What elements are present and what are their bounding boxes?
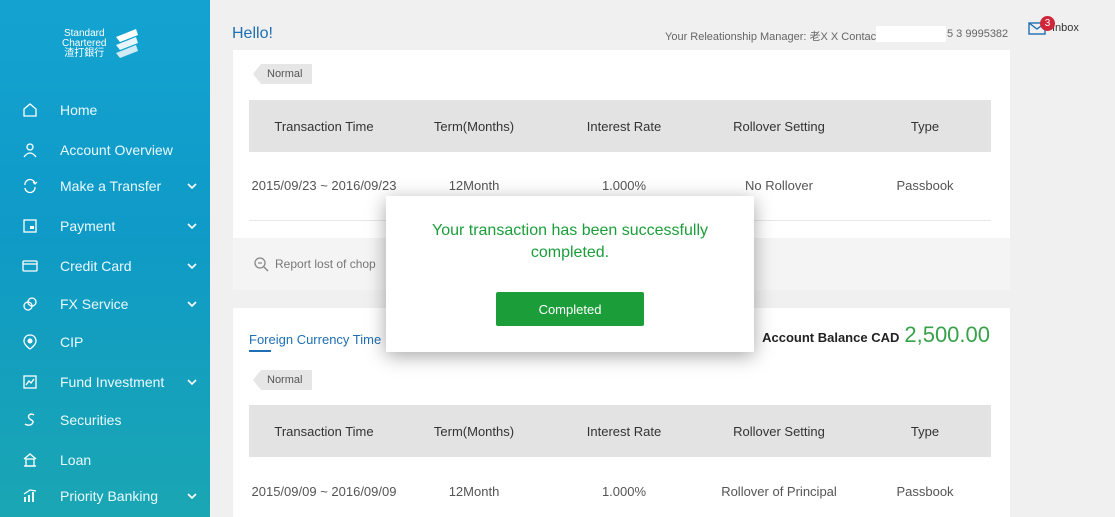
fund-icon bbox=[20, 372, 40, 392]
logo-line-3: 渣打銀行 bbox=[64, 48, 105, 59]
column-header: Interest Rate bbox=[586, 118, 662, 134]
user-icon bbox=[20, 140, 40, 160]
column-header: Transaction Time bbox=[274, 118, 374, 134]
sidebar-item-priority-banking[interactable]: Priority Banking bbox=[0, 476, 210, 516]
sidebar: Standard Chartered 渣打銀行 Home Account Ove… bbox=[0, 0, 210, 517]
chevron-down-icon[interactable] bbox=[186, 490, 198, 502]
sidebar-item-label: Priority Banking bbox=[60, 488, 159, 504]
inbox-count-badge: 3 bbox=[1040, 16, 1055, 31]
balance-label: Account Balance CAD bbox=[762, 330, 900, 345]
balance-value: 2,500.00 bbox=[904, 322, 990, 347]
account-balance: Account Balance CAD 2,500.00 bbox=[762, 322, 990, 348]
transfer-icon bbox=[20, 176, 40, 196]
chevron-down-icon[interactable] bbox=[186, 220, 198, 232]
priority-banking-icon bbox=[20, 486, 40, 506]
logo-text: Standard Chartered 渣打銀行 bbox=[62, 29, 106, 59]
redacted-phone bbox=[876, 26, 946, 42]
table-header: Transaction Time Term(Months) Interest R… bbox=[249, 100, 991, 152]
sidebar-item-label: Loan bbox=[60, 452, 92, 468]
cell-transaction-time: 2015/09/09 ~ 2016/09/09 bbox=[251, 483, 397, 499]
chevron-down-icon[interactable] bbox=[186, 180, 198, 192]
securities-icon bbox=[20, 410, 40, 430]
home-icon bbox=[20, 100, 40, 120]
greeting: Hello! bbox=[232, 25, 273, 42]
sidebar-item-make-a-transfer[interactable]: Make a Transfer bbox=[0, 166, 210, 206]
header: Hello! Your Releationship Manager: 老X X … bbox=[210, 0, 1115, 50]
sidebar-item-home[interactable]: Home bbox=[0, 90, 210, 130]
cell-transaction-time: 2015/09/23 ~ 2016/09/23 bbox=[251, 177, 397, 193]
sidebar-item-label: Account Overview bbox=[60, 142, 173, 158]
status-tag: Normal bbox=[253, 370, 313, 390]
fx-icon bbox=[20, 294, 40, 314]
chevron-down-icon[interactable] bbox=[186, 260, 198, 272]
sidebar-item-label: Make a Transfer bbox=[60, 178, 162, 194]
credit-card-icon bbox=[20, 256, 40, 276]
success-message: Your transaction has been successfully c… bbox=[431, 222, 708, 261]
report-lost-chop-link[interactable]: Report lost of chop bbox=[253, 256, 376, 272]
cell-term: 12Month bbox=[448, 483, 500, 499]
loan-icon bbox=[20, 450, 40, 470]
column-header: Rollover Setting bbox=[733, 423, 825, 439]
cip-icon bbox=[20, 332, 40, 352]
column-header: Interest Rate bbox=[586, 423, 662, 439]
sidebar-item-label: FX Service bbox=[60, 296, 129, 312]
sidebar-item-payment[interactable]: Payment bbox=[0, 206, 210, 246]
table-header: Transaction Time Term(Months) Interest R… bbox=[249, 405, 991, 457]
magnifier-icon bbox=[254, 257, 269, 272]
sidebar-item-loan[interactable]: Loan bbox=[0, 440, 210, 480]
cell-interest-rate: 1.000% bbox=[601, 483, 647, 499]
sidebar-item-label: Credit Card bbox=[60, 258, 132, 274]
sidebar-item-account-overview[interactable]: Account Overview bbox=[0, 130, 210, 170]
sidebar-item-fx-service[interactable]: FX Service bbox=[0, 284, 210, 324]
cell-type: Passbook bbox=[896, 177, 954, 193]
column-header: Rollover Setting bbox=[733, 118, 825, 134]
sidebar-item-fund-investment[interactable]: Fund Investment bbox=[0, 362, 210, 402]
sidebar-item-securities[interactable]: Securities bbox=[0, 400, 210, 440]
status-tag: Normal bbox=[253, 64, 313, 84]
column-header: Term(Months) bbox=[433, 423, 515, 439]
sidebar-item-credit-card[interactable]: Credit Card bbox=[0, 246, 210, 286]
relationship-manager-text: Your Releationship Manager: 老X X Contact bbox=[665, 31, 880, 43]
sidebar-item-label: Payment bbox=[60, 218, 116, 234]
sidebar-item-label: Securities bbox=[60, 412, 122, 428]
section-underline bbox=[249, 350, 271, 352]
payment-icon bbox=[20, 216, 40, 236]
sidebar-item-cip[interactable]: CIP bbox=[0, 322, 210, 362]
column-header: Type bbox=[910, 423, 940, 439]
inbox-label: Inbox bbox=[1052, 22, 1079, 34]
cell-type: Passbook bbox=[896, 483, 954, 499]
sidebar-item-label: Home bbox=[60, 102, 98, 118]
contact-phone-suffix: 5 3 9995382 bbox=[947, 28, 1009, 40]
bank-logo[interactable]: Standard Chartered 渣打銀行 bbox=[62, 14, 162, 74]
table-row: 2015/09/09 ~ 2016/09/09 12Month 1.000% R… bbox=[249, 468, 991, 514]
success-dialog: Your transaction has been successfully c… bbox=[386, 196, 754, 352]
sidebar-item-label: CIP bbox=[60, 334, 84, 350]
column-header: Transaction Time bbox=[274, 423, 374, 439]
sidebar-item-label: Fund Investment bbox=[60, 374, 165, 390]
section-title[interactable]: Foreign Currency Time bbox=[249, 332, 381, 347]
column-header: Term(Months) bbox=[433, 118, 515, 134]
report-link-label: Report lost of chop bbox=[275, 257, 376, 271]
completed-button[interactable]: Completed bbox=[496, 292, 644, 326]
chevron-down-icon[interactable] bbox=[186, 376, 198, 388]
bank-logo-mark-icon bbox=[116, 29, 139, 58]
cell-rollover-setting: Rollover of Principal bbox=[721, 483, 837, 499]
column-header: Type bbox=[910, 118, 940, 134]
chevron-down-icon[interactable] bbox=[186, 298, 198, 310]
inbox-button[interactable]: 3 Inbox bbox=[1028, 16, 1079, 36]
